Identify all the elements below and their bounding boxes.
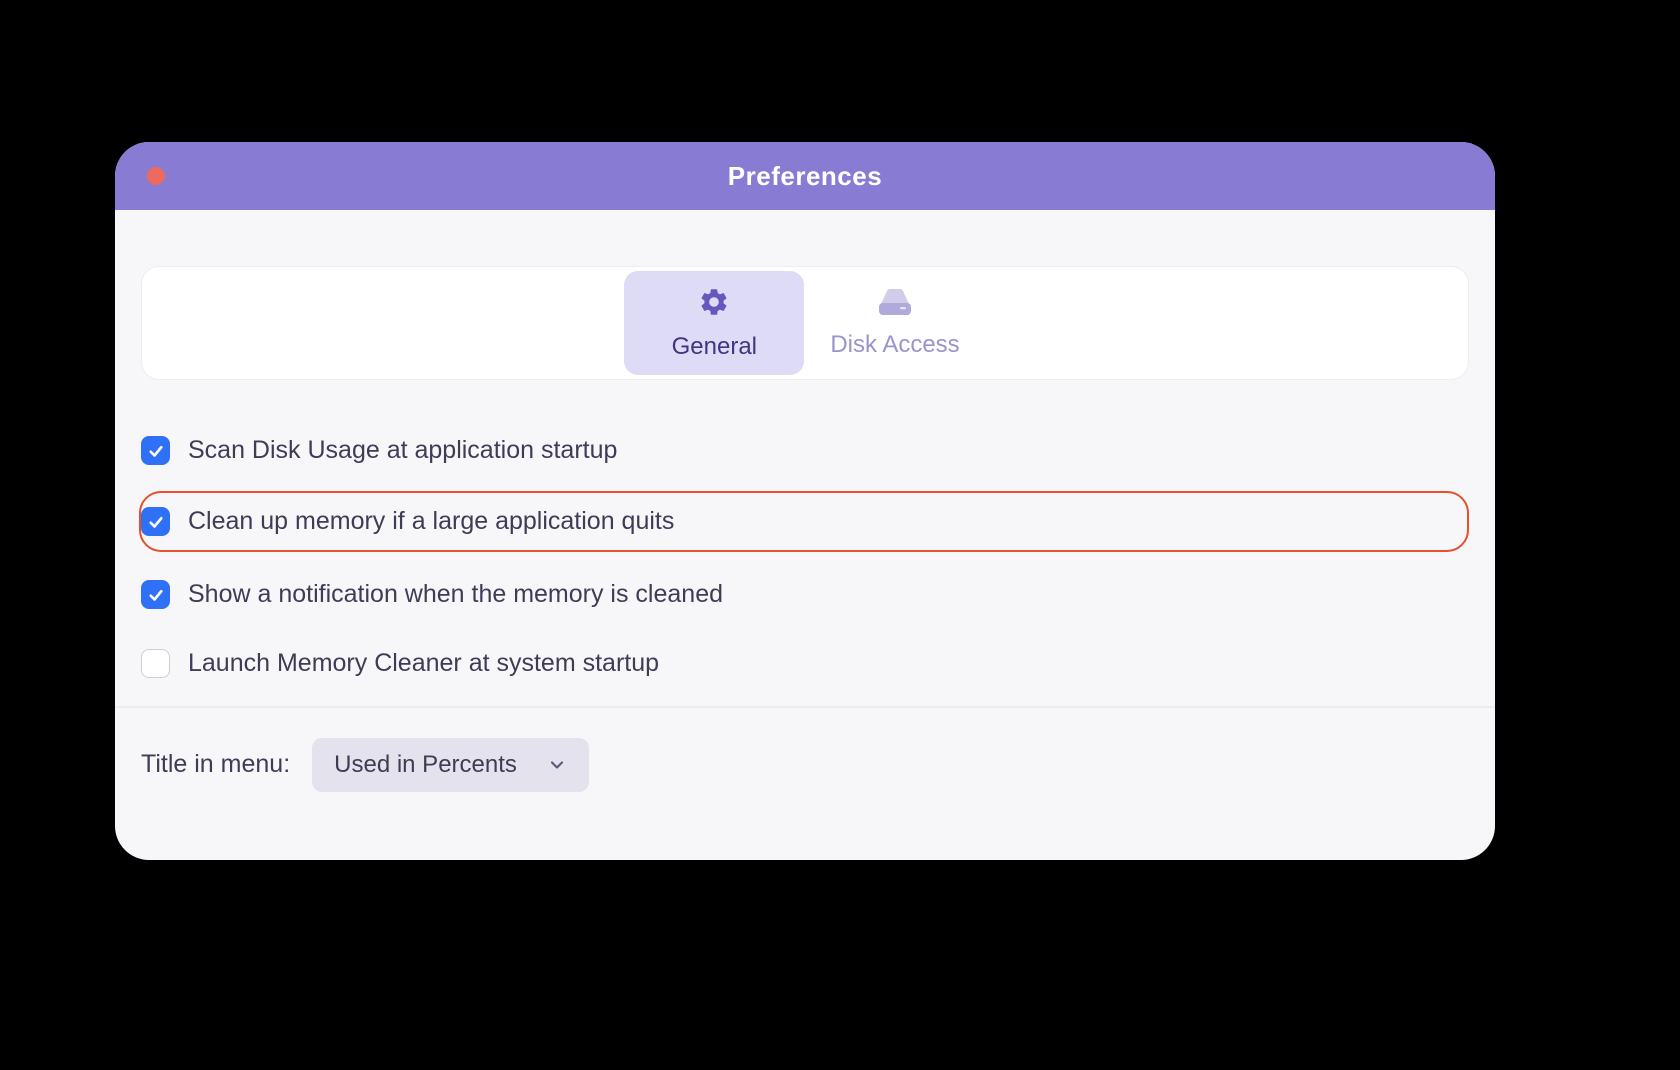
option-label: Show a notification when the memory is c… <box>188 580 723 609</box>
option-label: Scan Disk Usage at application startup <box>188 436 617 465</box>
window-title: Preferences <box>728 161 882 192</box>
option-clean-memory-on-quit: Clean up memory if a large application q… <box>139 491 1469 552</box>
title-in-menu-dropdown[interactable]: Used in Percents <box>312 738 589 792</box>
tab-disk-access[interactable]: Disk Access <box>804 273 985 373</box>
title-in-menu-row: Title in menu: Used in Percents <box>115 708 1495 822</box>
option-label: Clean up memory if a large application q… <box>188 507 674 536</box>
gear-icon <box>698 286 730 323</box>
option-launch-at-startup: Launch Memory Cleaner at system startup <box>141 637 1469 690</box>
checkbox-show-notification[interactable] <box>141 580 170 609</box>
checkbox-clean-memory-on-quit[interactable] <box>141 507 170 536</box>
option-scan-disk-usage: Scan Disk Usage at application startup <box>141 424 1469 477</box>
checkbox-scan-disk-usage[interactable] <box>141 436 170 465</box>
tab-label: General <box>672 333 757 361</box>
options-list: Scan Disk Usage at application startup C… <box>115 380 1495 690</box>
tab-bar: General Disk Access <box>141 266 1469 380</box>
dropdown-value: Used in Percents <box>334 751 517 779</box>
titlebar: Preferences <box>115 142 1495 210</box>
disk-icon <box>875 288 915 321</box>
preferences-window: Preferences General <box>115 142 1495 860</box>
chevron-down-icon <box>547 755 567 775</box>
option-label: Launch Memory Cleaner at system startup <box>188 649 659 678</box>
dropdown-label: Title in menu: <box>141 750 290 779</box>
close-window-button[interactable] <box>147 167 165 185</box>
checkbox-launch-at-startup[interactable] <box>141 649 170 678</box>
option-show-notification: Show a notification when the memory is c… <box>141 568 1469 621</box>
content-area: General Disk Access Scan Disk Usage a <box>115 266 1495 822</box>
tab-label: Disk Access <box>830 331 959 359</box>
tab-general[interactable]: General <box>624 271 804 375</box>
